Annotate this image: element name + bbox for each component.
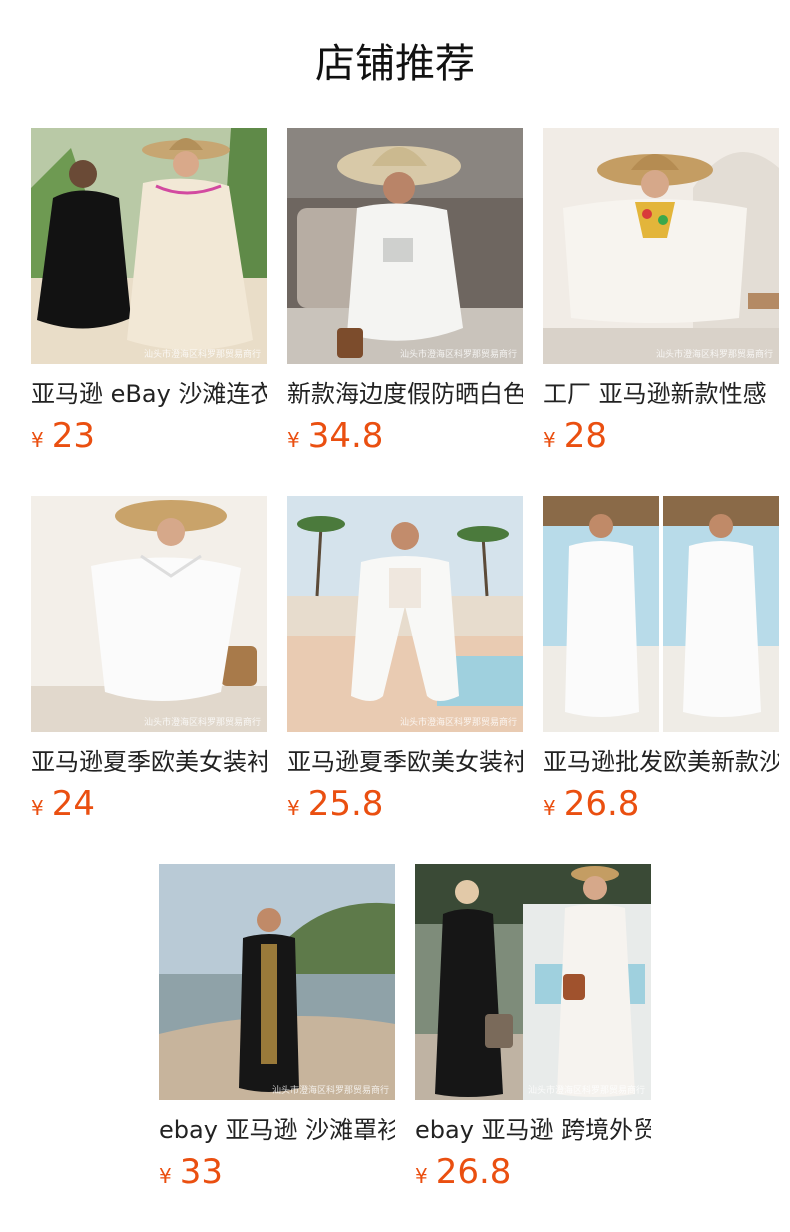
- product-image[interactable]: 汕头市澄海区科罗那贸易商行: [31, 496, 267, 732]
- price-value: 26.8: [563, 784, 640, 824]
- price-value: 26.8: [435, 1152, 512, 1192]
- product-image[interactable]: 汕头市澄海区科罗那贸易商行: [31, 128, 267, 364]
- product-price: ¥ 28: [543, 416, 779, 456]
- product-card[interactable]: 汕头市澄海区科罗那贸易商行 新款海边度假防晒白色 ¥ 34.8: [287, 128, 523, 456]
- product-price: ¥ 33: [159, 1152, 395, 1192]
- image-watermark: 汕头市澄海区科罗那贸易商行: [655, 350, 773, 360]
- product-name[interactable]: ebay 亚马逊 沙滩罩衫: [159, 1114, 395, 1146]
- currency-symbol: ¥: [287, 428, 300, 452]
- product-card[interactable]: 汕头市澄海区科罗那贸易商行 ebay 亚马逊 跨境外贸 ¥ 26.8: [415, 864, 651, 1192]
- product-image[interactable]: 汕头市澄海区科罗那贸易商行: [287, 128, 523, 364]
- price-value: 33: [179, 1152, 223, 1192]
- product-image[interactable]: [543, 496, 779, 732]
- image-watermark: 汕头市澄海区科罗那贸易商行: [527, 1086, 645, 1096]
- price-value: 25.8: [307, 784, 384, 824]
- image-watermark: 汕头市澄海区科罗那贸易商行: [399, 718, 517, 728]
- product-name[interactable]: 亚马逊夏季欧美女装衬: [287, 746, 523, 778]
- product-price: ¥ 26.8: [415, 1152, 651, 1192]
- image-watermark: 汕头市澄海区科罗那贸易商行: [143, 718, 261, 728]
- page-title: 店铺推荐: [315, 41, 475, 87]
- currency-symbol: ¥: [159, 1164, 172, 1188]
- product-image[interactable]: 汕头市澄海区科罗那贸易商行: [543, 128, 779, 364]
- image-watermark: 汕头市澄海区科罗那贸易商行: [399, 350, 517, 360]
- product-image[interactable]: 汕头市澄海区科罗那贸易商行: [415, 864, 651, 1100]
- product-card[interactable]: 汕头市澄海区科罗那贸易商行 亚马逊 eBay 沙滩连衣裙 ¥ 23: [31, 128, 267, 456]
- price-value: 24: [51, 784, 95, 824]
- product-image[interactable]: 汕头市澄海区科罗那贸易商行: [287, 496, 523, 732]
- price-value: 23: [51, 416, 95, 456]
- currency-symbol: ¥: [31, 428, 44, 452]
- currency-symbol: ¥: [415, 1164, 428, 1188]
- product-name[interactable]: ebay 亚马逊 跨境外贸: [415, 1114, 651, 1146]
- currency-symbol: ¥: [543, 796, 556, 820]
- product-price: ¥ 34.8: [287, 416, 523, 456]
- product-price: ¥ 24: [31, 784, 267, 824]
- product-card[interactable]: 汕头市澄海区科罗那贸易商行 ebay 亚马逊 沙滩罩衫 ¥ 33: [159, 864, 395, 1192]
- product-name[interactable]: 亚马逊夏季欧美女装衬: [31, 746, 267, 778]
- product-name[interactable]: 亚马逊 eBay 沙滩连衣裙: [31, 378, 267, 410]
- currency-symbol: ¥: [31, 796, 44, 820]
- currency-symbol: ¥: [543, 428, 556, 452]
- product-image[interactable]: 汕头市澄海区科罗那贸易商行: [159, 864, 395, 1100]
- product-price: ¥ 25.8: [287, 784, 523, 824]
- image-watermark: 汕头市澄海区科罗那贸易商行: [143, 350, 261, 360]
- product-price: ¥ 26.8: [543, 784, 779, 824]
- product-card[interactable]: 汕头市澄海区科罗那贸易商行 工厂 亚马逊新款性感 ¥ 28: [543, 128, 779, 456]
- image-watermark: 汕头市澄海区科罗那贸易商行: [271, 1086, 389, 1096]
- currency-symbol: ¥: [287, 796, 300, 820]
- product-name[interactable]: 工厂 亚马逊新款性感: [543, 378, 779, 410]
- product-card[interactable]: 亚马逊批发欧美新款沙 ¥ 26.8: [543, 496, 779, 824]
- price-value: 34.8: [307, 416, 384, 456]
- product-name[interactable]: 新款海边度假防晒白色: [287, 378, 523, 410]
- product-card[interactable]: 汕头市澄海区科罗那贸易商行 亚马逊夏季欧美女装衬 ¥ 24: [31, 496, 267, 824]
- product-name[interactable]: 亚马逊批发欧美新款沙: [543, 746, 779, 778]
- product-price: ¥ 23: [31, 416, 267, 456]
- product-card[interactable]: 汕头市澄海区科罗那贸易商行 亚马逊夏季欧美女装衬 ¥ 25.8: [287, 496, 523, 824]
- price-value: 28: [563, 416, 607, 456]
